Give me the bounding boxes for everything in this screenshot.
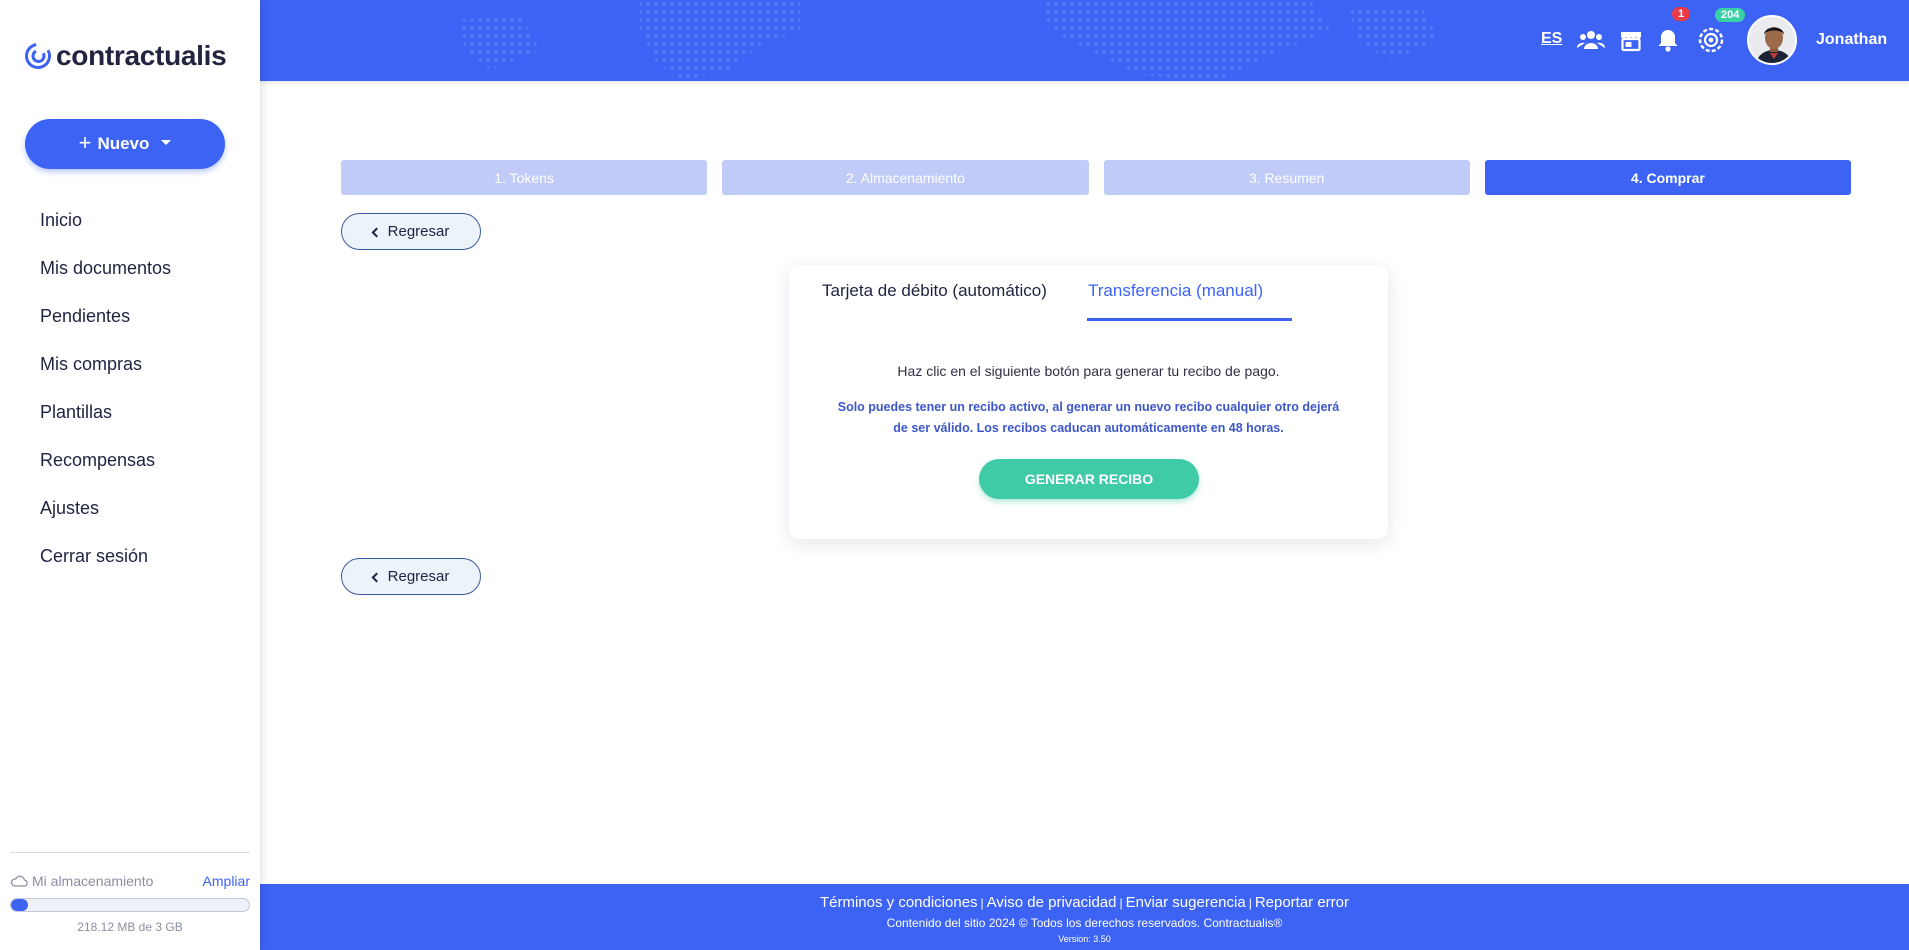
username[interactable]: Jonathan [1816, 31, 1887, 49]
terms-link[interactable]: Términos y condiciones [820, 894, 978, 911]
step-comprar[interactable]: 4. Comprar [1484, 160, 1851, 195]
cloud-icon [10, 875, 28, 887]
step-almacenamiento[interactable]: 2. Almacenamiento [722, 160, 1089, 195]
avatar[interactable] [1747, 15, 1797, 65]
tab-debit-card[interactable]: Tarjeta de débito (automático) [822, 281, 1047, 319]
logo[interactable]: contractualis [24, 40, 227, 72]
back-button-label: Regresar [387, 223, 450, 240]
sidebar-item-cerrar-sesion[interactable]: Cerrar sesión [40, 532, 171, 580]
chevron-left-icon [371, 572, 382, 582]
suggestion-link[interactable]: Enviar sugerencia [1126, 894, 1246, 911]
payment-note: Solo puedes tener un recibo activo, al g… [837, 400, 1340, 435]
expand-storage-link[interactable]: Ampliar [203, 873, 250, 889]
generate-receipt-button[interactable]: GENERAR RECIBO [979, 459, 1199, 499]
notifications-badge: 1 [1672, 7, 1691, 21]
sidebar-item-mis-compras[interactable]: Mis compras [40, 340, 171, 388]
rewards-badge: 204 [1715, 8, 1746, 22]
store-icon[interactable] [1616, 26, 1646, 54]
sidebar-item-ajustes[interactable]: Ajustes [40, 484, 171, 532]
footer: Términos y condiciones | Aviso de privacid… [260, 884, 1909, 950]
tab-transfer[interactable]: Transferencia (manual) [1088, 281, 1263, 319]
users-icon[interactable] [1576, 26, 1606, 54]
storage-progress-fill [11, 899, 28, 911]
sidebar-item-mis-documentos[interactable]: Mis documentos [40, 244, 171, 292]
payment-card: Tarjeta de débito (automático) Transfere… [789, 265, 1388, 539]
caret-down-icon [161, 140, 172, 145]
footer-separator: | [1119, 896, 1123, 910]
language-selector[interactable]: ES [1541, 30, 1562, 48]
storage-divider [10, 852, 250, 853]
storage-usage-text: 218.12 MB de 3 GB [77, 920, 183, 934]
storage-label-text: Mi almacenamiento [32, 873, 154, 889]
back-button-top[interactable]: Regresar [341, 213, 481, 250]
sidebar: contractualis + Nuevo Inicio Mis documen… [0, 0, 260, 950]
purchase-steps: 1. Tokens 2. Almacenamiento 3. Resumen 4… [341, 160, 1851, 195]
footer-separator: | [980, 896, 984, 910]
payment-message: Haz clic en el siguiente botón para gene… [897, 363, 1280, 379]
footer-separator: | [1248, 896, 1252, 910]
sidebar-item-plantillas[interactable]: Plantillas [40, 388, 171, 436]
back-button-label: Regresar [387, 568, 450, 585]
footer-version: Version: 3.50 [1058, 934, 1111, 944]
rewards-icon[interactable] [1696, 26, 1726, 54]
sidebar-item-inicio[interactable]: Inicio [40, 196, 171, 244]
footer-copyright: Contenido del sitio 2024 © Todos los der… [886, 916, 1283, 930]
sidebar-item-recompensas[interactable]: Recompensas [40, 436, 171, 484]
plus-icon: + [78, 130, 92, 155]
step-resumen[interactable]: 3. Resumen [1103, 160, 1470, 195]
logo-icon [25, 43, 51, 69]
sidebar-item-pendientes[interactable]: Pendientes [40, 292, 171, 340]
storage-progress-bar [10, 898, 250, 912]
logo-text: contractualis [56, 40, 227, 71]
sidebar-nav: Inicio Mis documentos Pendientes Mis com… [40, 196, 171, 580]
storage-header: Mi almacenamiento Ampliar [10, 873, 250, 889]
active-tab-indicator [1087, 318, 1292, 321]
report-error-link[interactable]: Reportar error [1255, 894, 1349, 911]
new-button-label: Nuevo [97, 134, 150, 153]
new-button[interactable]: + Nuevo [25, 119, 225, 169]
step-tokens[interactable]: 1. Tokens [341, 160, 708, 195]
privacy-link[interactable]: Aviso de privacidad [987, 894, 1117, 911]
bell-icon[interactable] [1653, 26, 1683, 54]
back-button-bottom[interactable]: Regresar [341, 558, 481, 595]
storage-label: Mi almacenamiento [10, 873, 153, 889]
top-header: ES 1 204 Jonathan [260, 0, 1909, 81]
footer-links: Términos y condiciones | Aviso de privacid… [260, 894, 1909, 911]
chevron-left-icon [371, 227, 382, 237]
